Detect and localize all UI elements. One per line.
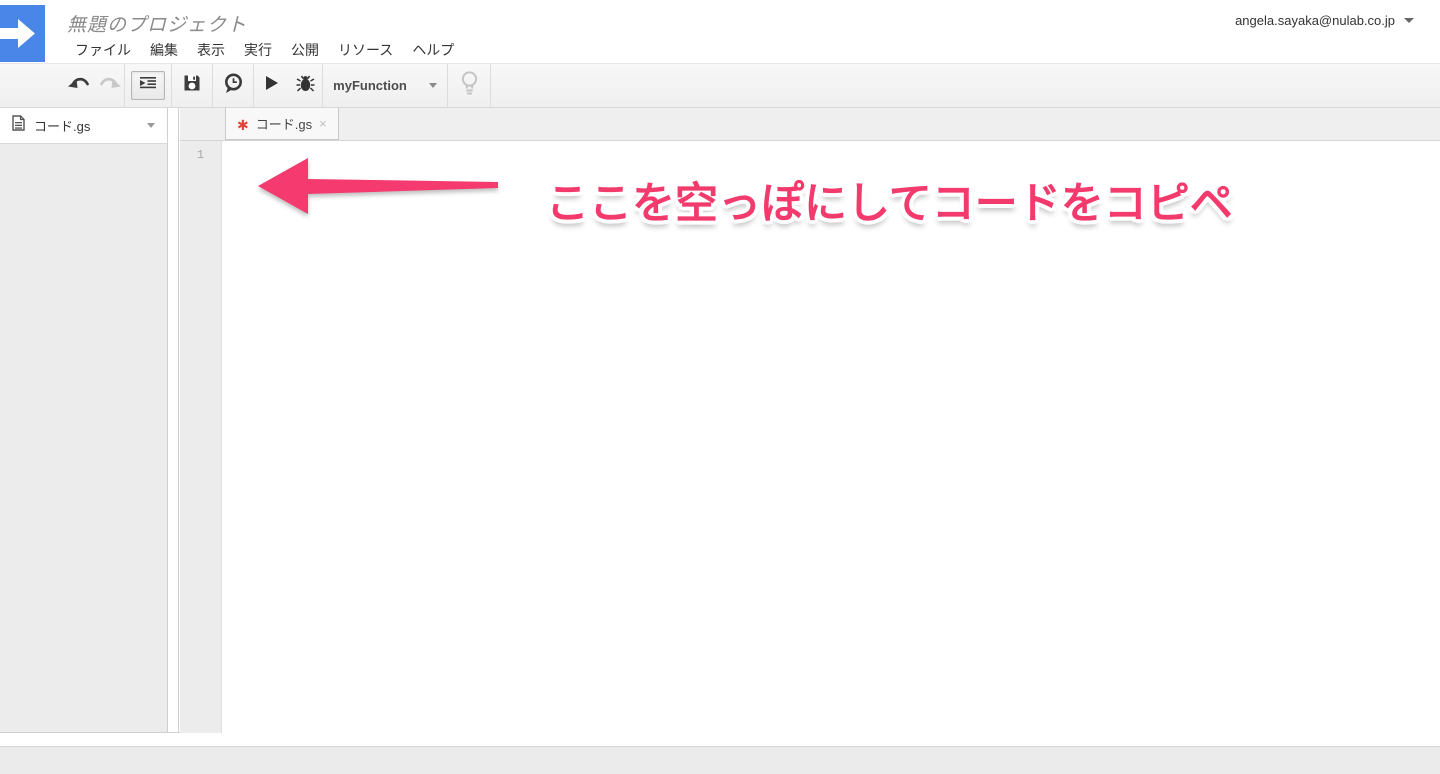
save-button[interactable] <box>172 64 212 107</box>
undo-button[interactable] <box>64 64 94 107</box>
save-icon <box>183 74 201 97</box>
sidebar-item-code-gs[interactable]: コード.gs <box>0 108 167 144</box>
tab-close-icon[interactable]: × <box>319 116 327 131</box>
menu-run[interactable]: 実行 <box>244 40 272 60</box>
menu-edit[interactable]: 編集 <box>150 40 178 60</box>
file-name: コード.gs <box>34 119 91 134</box>
unsaved-marker: ✱ <box>237 116 249 133</box>
line-number-gutter: 1 <box>180 141 222 733</box>
execution-history-button[interactable] <box>213 64 253 107</box>
file-document-icon <box>12 115 25 136</box>
header-bar: 無題のプロジェクト ファイル 編集 表示 実行 公開 リソース ヘルプ ange… <box>0 0 1440 63</box>
menu-resources[interactable]: リソース <box>338 40 393 60</box>
debug-icon <box>296 75 315 97</box>
toolbar-separator <box>124 64 125 107</box>
execution-history-icon <box>223 73 244 99</box>
suggestion-button[interactable] <box>448 64 490 107</box>
run-button[interactable] <box>254 64 288 107</box>
menu-bar: ファイル 編集 表示 実行 公開 リソース ヘルプ <box>75 40 454 60</box>
menu-file[interactable]: ファイル <box>75 40 131 60</box>
files-sidebar: コード.gs <box>0 108 168 732</box>
function-selector-dropdown[interactable]: myFunction <box>323 64 447 107</box>
menu-view[interactable]: 表示 <box>197 40 225 60</box>
chevron-down-icon <box>428 83 437 88</box>
menu-help[interactable]: ヘルプ <box>412 40 454 60</box>
file-menu-chevron-icon[interactable] <box>147 123 155 128</box>
debug-button[interactable] <box>288 64 322 107</box>
editor-tab-bar: ✱ コード.gs × <box>180 108 1440 141</box>
code-editor[interactable] <box>222 141 1440 733</box>
bottom-bar <box>0 746 1440 774</box>
main-content: コード.gs ✱ コード.gs × 1 ここを空っぽにしてコードをコピペ <box>0 108 1440 733</box>
menu-publish[interactable]: 公開 <box>291 40 319 60</box>
indent-icon <box>139 76 157 95</box>
arrow-right-icon <box>0 5 45 62</box>
function-selector-value: myFunction <box>333 78 407 93</box>
account-menu[interactable]: angela.sayaka@nulab.co.jp <box>1235 13 1414 28</box>
tab-label: コード.gs <box>255 117 313 132</box>
toolbar-separator <box>490 64 491 107</box>
lightbulb-icon <box>460 70 479 101</box>
project-title[interactable]: 無題のプロジェクト <box>67 10 247 37</box>
apps-script-logo <box>0 5 45 62</box>
tab-code-gs[interactable]: ✱ コード.gs × <box>225 108 339 140</box>
toolbar: myFunction <box>0 63 1440 108</box>
account-email: angela.sayaka@nulab.co.jp <box>1235 13 1395 28</box>
editor-panel: ✱ コード.gs × 1 ここを空っぽにしてコードをコピペ <box>180 108 1440 733</box>
sidebar-splitter[interactable] <box>169 108 179 732</box>
redo-button[interactable] <box>94 64 124 107</box>
chevron-down-icon <box>1404 18 1414 23</box>
line-number: 1 <box>196 148 205 162</box>
code-editor-region: 1 ここを空っぽにしてコードをコピペ <box>180 141 1440 733</box>
indent-button[interactable] <box>131 71 165 100</box>
undo-icon <box>67 76 91 95</box>
redo-icon <box>98 76 121 95</box>
run-icon <box>264 75 279 96</box>
